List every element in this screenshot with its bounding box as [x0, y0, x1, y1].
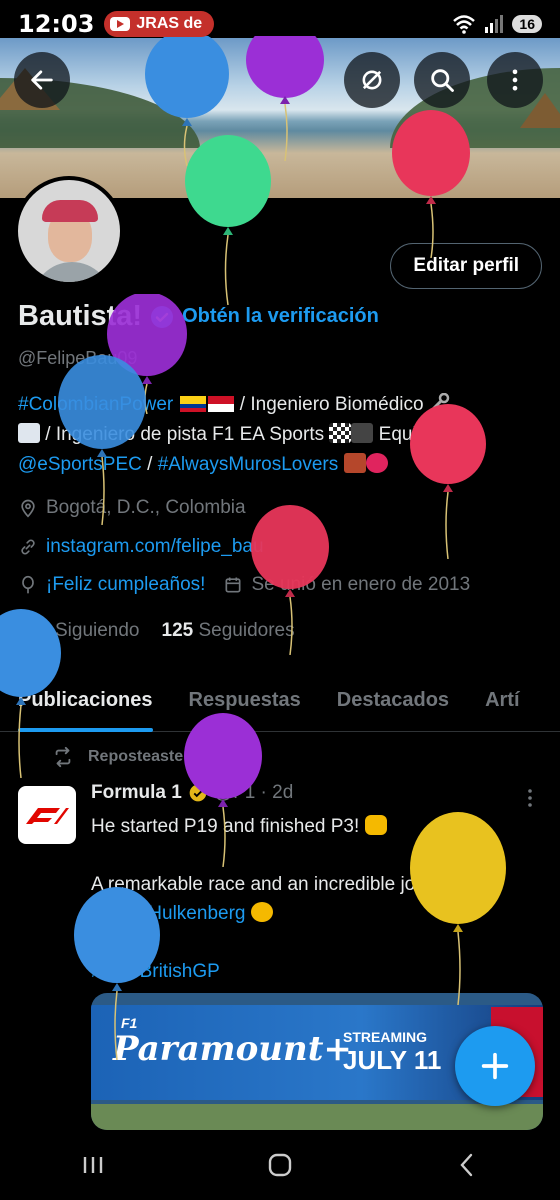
- wifi-icon: [453, 15, 476, 34]
- birthday-text[interactable]: ¡Feliz cumpleaños!: [46, 574, 205, 596]
- grok-icon: [362, 70, 382, 90]
- profile-avatar[interactable]: [14, 176, 124, 286]
- status-bar: 12:03 JRAS de 16: [0, 0, 560, 48]
- birthday-balloon: [410, 404, 486, 559]
- following-label: Siguiendo: [54, 620, 140, 641]
- star-struck-icon: [250, 902, 273, 922]
- flexed-biceps-icon: [364, 815, 387, 835]
- birthday-joined-row: ¡Feliz cumpleaños! Se unió en enero de 2…: [18, 574, 470, 596]
- search-icon: [431, 69, 454, 92]
- website-row: instagram.com/felipe_bau: [18, 536, 264, 558]
- recent-apps-icon[interactable]: [78, 1150, 108, 1180]
- checkered-flag-icon: [329, 423, 352, 443]
- f1-logo-icon: [26, 808, 69, 824]
- compose-post-button[interactable]: [455, 1026, 535, 1106]
- more-options-button[interactable]: [487, 52, 543, 108]
- brick-icon: [343, 453, 366, 473]
- get-verified-link[interactable]: Obtén la verificación: [182, 305, 379, 328]
- status-time: 12:03: [18, 10, 95, 38]
- birthday-balloon: [392, 110, 470, 258]
- arrow-left-icon: [31, 70, 53, 90]
- tweet-author-avatar[interactable]: [18, 786, 76, 844]
- birthday-balloon: [251, 505, 329, 655]
- tweet-author-name[interactable]: Formula 1: [91, 782, 182, 804]
- bio-hashtag-link[interactable]: #AlwaysMurosLovers: [158, 454, 339, 475]
- youtube-notification-pill[interactable]: JRAS de: [104, 11, 215, 37]
- plus-icon: [481, 1052, 509, 1080]
- heart-icon: [365, 453, 388, 473]
- birthday-balloon: [74, 887, 160, 1060]
- hospital-icon: [18, 423, 40, 443]
- more-vertical-icon: [512, 69, 518, 91]
- tab-highlights[interactable]: Destacados: [337, 670, 449, 732]
- indonesia-flag-icon: [207, 396, 234, 412]
- back-button[interactable]: [14, 52, 70, 108]
- tab-articles[interactable]: Artí: [485, 670, 519, 732]
- media-streaming-text: STREAMING: [343, 1029, 427, 1045]
- back-nav-icon[interactable]: [452, 1150, 482, 1180]
- home-icon[interactable]: [265, 1150, 295, 1180]
- profile-tabs: Publicaciones Respuestas Destacados Artí: [0, 670, 560, 732]
- bio-text: / Ingeniero Biomédico: [234, 394, 424, 415]
- battery-indicator: 16: [512, 15, 542, 33]
- media-grass: [91, 1104, 543, 1130]
- birthday-balloon: [58, 355, 146, 525]
- avatar-cap: [42, 200, 98, 222]
- grok-button[interactable]: [344, 52, 400, 108]
- birthday-balloon: [184, 713, 262, 867]
- repost-indicator: Reposteaste: [52, 746, 183, 768]
- media-date-text: JULY 11: [343, 1045, 442, 1075]
- youtube-icon: [110, 17, 131, 31]
- birthday-balloon: [0, 609, 61, 778]
- birthday-balloon: [185, 135, 271, 305]
- balloon-icon: [22, 575, 34, 594]
- birthday-balloon: [410, 812, 506, 1005]
- signal-icon: [485, 15, 504, 33]
- notification-text: JRAS de: [136, 15, 203, 32]
- avatar-shirt: [32, 262, 112, 282]
- calendar-icon: [225, 577, 241, 593]
- tweet-more-icon[interactable]: [526, 788, 534, 808]
- status-icons: 16: [452, 14, 542, 34]
- gamepad-icon: [351, 423, 374, 443]
- website-link[interactable]: instagram.com/felipe_bau: [46, 536, 264, 558]
- search-button[interactable]: [414, 52, 470, 108]
- android-nav-bar: [0, 1130, 560, 1200]
- location-pin-icon: [21, 499, 35, 518]
- followers-count: 125: [161, 620, 194, 641]
- link-icon: [21, 539, 35, 555]
- repost-label: Reposteaste: [88, 748, 184, 765]
